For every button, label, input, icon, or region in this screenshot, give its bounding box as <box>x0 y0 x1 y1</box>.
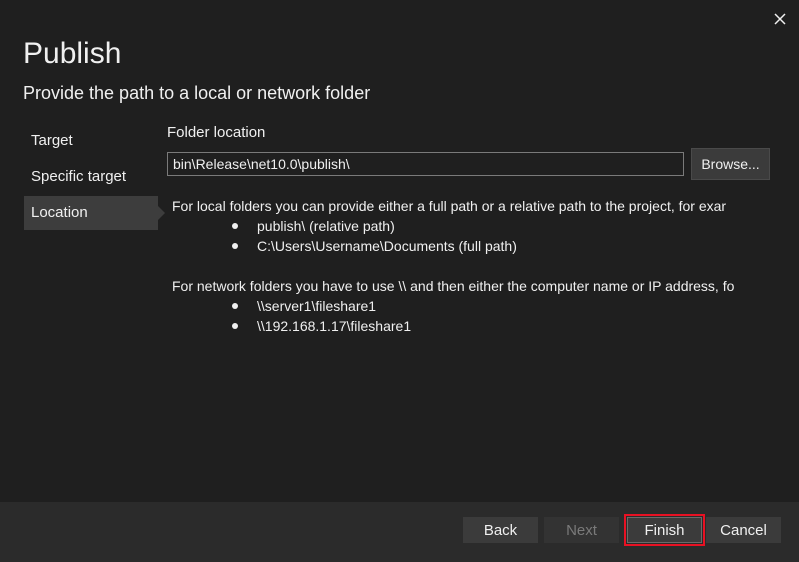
folder-location-input[interactable] <box>167 152 684 176</box>
network-folder-help: For network folders you have to use \\ a… <box>172 278 735 294</box>
list-item: publish\ (relative path) <box>172 216 772 236</box>
list-item: \\server1\fileshare1 <box>172 296 772 316</box>
browse-button[interactable]: Browse... <box>691 148 770 180</box>
wizard-nav: Target Specific target Location <box>24 124 165 232</box>
list-item: C:\Users\Username\Documents (full path) <box>172 236 772 256</box>
finish-button[interactable]: Finish <box>624 514 705 546</box>
network-examples-list: \\server1\fileshare1 \\192.168.1.17\file… <box>172 296 772 336</box>
folder-location-label: Folder location <box>167 124 266 141</box>
help-text: For local folders you can provide either… <box>167 196 772 336</box>
close-icon <box>774 13 786 25</box>
publish-dialog: Publish Provide the path to a local or n… <box>0 0 799 562</box>
dialog-subtitle: Provide the path to a local or network f… <box>23 83 371 103</box>
nav-item-target[interactable]: Target <box>24 124 158 158</box>
nav-item-specific-target[interactable]: Specific target <box>24 160 158 194</box>
next-button[interactable]: Next <box>544 517 619 543</box>
folder-path-row: Browse... <box>167 148 777 180</box>
back-button[interactable]: Back <box>463 517 538 543</box>
cancel-button[interactable]: Cancel <box>706 517 781 543</box>
close-button[interactable] <box>771 10 789 28</box>
local-examples-list: publish\ (relative path) C:\Users\Userna… <box>172 216 772 256</box>
dialog-footer: Back Next Finish Cancel <box>0 502 799 562</box>
list-item: \\192.168.1.17\fileshare1 <box>172 316 772 336</box>
nav-item-location[interactable]: Location <box>24 196 165 230</box>
dialog-title: Publish <box>23 37 122 70</box>
location-panel: Folder location Browse... For local fold… <box>167 124 777 336</box>
local-folder-help: For local folders you can provide either… <box>172 198 727 214</box>
